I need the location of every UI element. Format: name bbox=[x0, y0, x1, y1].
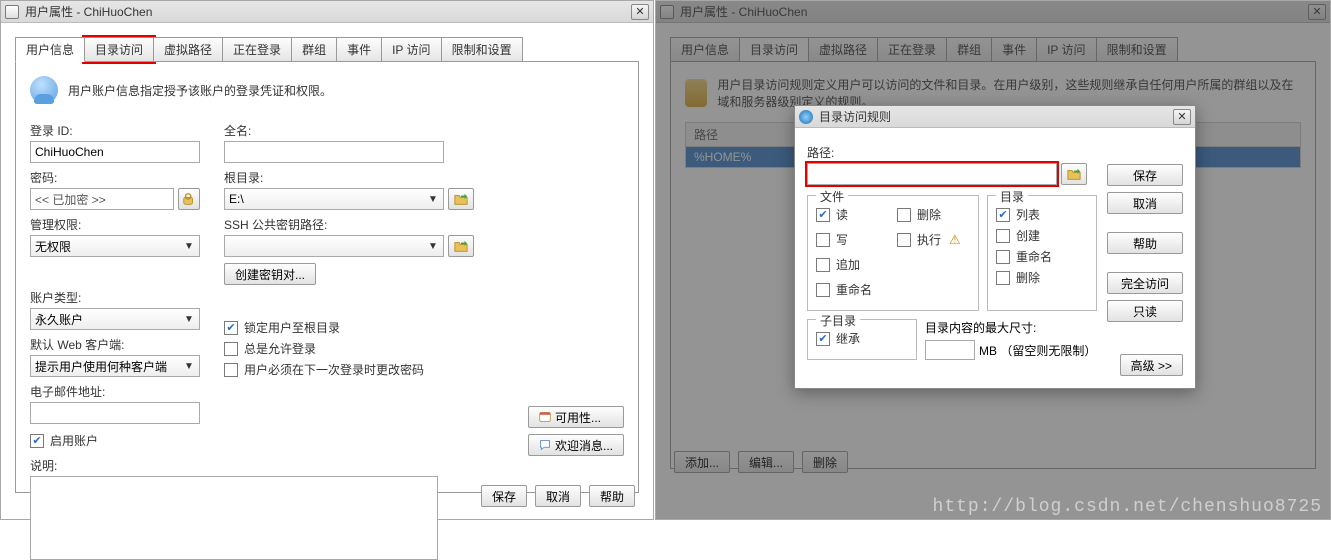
create-keypair-button[interactable]: 创建密钥对... bbox=[224, 263, 316, 285]
email-label: 电子邮件地址: bbox=[30, 383, 200, 400]
tab-user-info[interactable]: 用户信息 bbox=[15, 37, 85, 62]
dir-create-checkbox[interactable]: 创建 bbox=[996, 227, 1088, 244]
login-id-label: 登录 ID: bbox=[30, 122, 200, 139]
file-append-checkbox[interactable]: 追加 bbox=[816, 256, 889, 273]
user-properties-window-right: 用户属性 - ChiHuoChen ✕ 用户信息 目录访问 虚拟路径 正在登录 … bbox=[655, 0, 1331, 520]
welcome-message-button[interactable]: 欢迎消息... bbox=[528, 434, 624, 456]
account-type-label: 账户类型: bbox=[30, 289, 200, 306]
modal-save-button[interactable]: 保存 bbox=[1107, 164, 1183, 186]
dir-rename-checkbox[interactable]: 重命名 bbox=[996, 248, 1088, 265]
directory-access-rule-dialog: 目录访问规则 ✕ 路径: 文件 bbox=[794, 105, 1196, 389]
user-properties-window-left: 用户属性 - ChiHuoChen ✕ 用户信息 目录访问 虚拟路径 正在登录 … bbox=[0, 0, 654, 520]
checkbox-icon bbox=[224, 363, 238, 377]
path-label: 路径: bbox=[807, 144, 1183, 161]
user-icon bbox=[30, 76, 58, 104]
checkbox-icon bbox=[224, 342, 238, 356]
password-input[interactable] bbox=[30, 188, 174, 210]
max-size-suffix: MB （留空则无限制） bbox=[979, 342, 1096, 359]
admin-perm-label: 管理权限: bbox=[30, 216, 200, 233]
modal-readonly-button[interactable]: 只读 bbox=[1107, 300, 1183, 322]
modal-titlebar: 目录访问规则 ✕ bbox=[795, 106, 1195, 128]
checkbox-icon bbox=[224, 321, 238, 335]
tab-groups[interactable]: 群组 bbox=[291, 37, 337, 62]
max-size-label: 目录内容的最大尺寸: bbox=[925, 319, 1097, 336]
tab-body-user-info: 用户账户信息指定授予该账户的登录凭证和权限。 登录 ID: 密码: 管理权限: bbox=[15, 61, 639, 493]
info-icon bbox=[799, 110, 813, 124]
password-label: 密码: bbox=[30, 169, 200, 186]
modal-cancel-button[interactable]: 取消 bbox=[1107, 192, 1183, 214]
rootdir-label: 根目录: bbox=[224, 169, 624, 186]
account-type-select[interactable]: 永久账户▼ bbox=[30, 308, 200, 330]
modal-title: 目录访问规则 bbox=[819, 108, 891, 125]
password-edit-button[interactable] bbox=[178, 188, 200, 210]
browse-sshkey-button[interactable] bbox=[448, 235, 474, 257]
file-permissions-group: 文件 读 删除 写 执行⚠ 追加 重命名 bbox=[807, 195, 979, 311]
close-icon[interactable]: ✕ bbox=[1173, 109, 1191, 125]
dir-permissions-group: 目录 列表 创建 重命名 删除 bbox=[987, 195, 1097, 311]
file-delete-checkbox[interactable]: 删除 bbox=[897, 206, 970, 223]
window-icon bbox=[5, 5, 19, 19]
browse-rootdir-button[interactable] bbox=[448, 188, 474, 210]
admin-perm-select[interactable]: 无权限▼ bbox=[30, 235, 200, 257]
file-rename-checkbox[interactable]: 重命名 bbox=[816, 281, 889, 298]
title-text: 用户属性 - ChiHuoChen bbox=[25, 3, 152, 20]
fullname-label: 全名: bbox=[224, 122, 624, 139]
must-change-pw-checkbox[interactable]: 用户必须在下一次登录时更改密码 bbox=[224, 361, 624, 378]
tab-virtual-path[interactable]: 虚拟路径 bbox=[153, 37, 223, 62]
sshkey-label: SSH 公共密钥路径: bbox=[224, 216, 624, 233]
tab-events[interactable]: 事件 bbox=[336, 37, 382, 62]
lock-root-checkbox[interactable]: 锁定用户至根目录 bbox=[224, 319, 624, 336]
checkbox-icon bbox=[30, 434, 44, 448]
tabs-left: 用户信息 目录访问 虚拟路径 正在登录 群组 事件 IP 访问 限制和设置 bbox=[15, 37, 653, 62]
fullname-input[interactable] bbox=[224, 141, 444, 163]
modal-advanced-button[interactable]: 高级 >> bbox=[1120, 354, 1183, 376]
availability-button[interactable]: 可用性... bbox=[528, 406, 624, 428]
max-size-input[interactable] bbox=[925, 340, 975, 360]
rootdir-select[interactable]: E:\▼ bbox=[224, 188, 444, 210]
tab-ip-access[interactable]: IP 访问 bbox=[381, 37, 441, 62]
always-allow-login-checkbox[interactable]: 总是允许登录 bbox=[224, 340, 624, 357]
help-button[interactable]: 帮助 bbox=[589, 485, 635, 507]
tab-directory-access[interactable]: 目录访问 bbox=[84, 37, 154, 62]
description-textarea[interactable] bbox=[30, 476, 438, 560]
tab-limits[interactable]: 限制和设置 bbox=[441, 37, 523, 62]
default-web-client-select[interactable]: 提示用户使用何种客户端▼ bbox=[30, 355, 200, 377]
dir-list-checkbox[interactable]: 列表 bbox=[996, 206, 1088, 223]
description-text: 用户账户信息指定授予该账户的登录凭证和权限。 bbox=[68, 82, 332, 99]
modal-full-access-button[interactable]: 完全访问 bbox=[1107, 272, 1183, 294]
titlebar-left: 用户属性 - ChiHuoChen ✕ bbox=[1, 1, 653, 23]
tab-logging-in[interactable]: 正在登录 bbox=[222, 37, 292, 62]
file-read-checkbox[interactable]: 读 bbox=[816, 206, 889, 223]
enable-account-checkbox[interactable]: 启用账户 bbox=[30, 432, 200, 449]
subdir-inherit-checkbox[interactable]: 继承 bbox=[816, 330, 908, 347]
cancel-button[interactable]: 取消 bbox=[535, 485, 581, 507]
email-input[interactable] bbox=[30, 402, 200, 424]
close-icon[interactable]: ✕ bbox=[631, 4, 649, 20]
subdir-group: 子目录 继承 bbox=[807, 319, 917, 360]
file-execute-checkbox[interactable]: 执行⚠ bbox=[897, 231, 970, 248]
desc-label: 说明: bbox=[30, 457, 624, 474]
modal-help-button[interactable]: 帮助 bbox=[1107, 232, 1183, 254]
sshkey-select[interactable]: ▼ bbox=[224, 235, 444, 257]
dir-delete-checkbox[interactable]: 删除 bbox=[996, 269, 1088, 286]
file-write-checkbox[interactable]: 写 bbox=[816, 231, 889, 248]
login-id-input[interactable] bbox=[30, 141, 200, 163]
browse-path-button[interactable] bbox=[1061, 163, 1087, 185]
path-input[interactable] bbox=[807, 163, 1057, 185]
default-web-client-label: 默认 Web 客户端: bbox=[30, 336, 200, 353]
save-button[interactable]: 保存 bbox=[481, 485, 527, 507]
